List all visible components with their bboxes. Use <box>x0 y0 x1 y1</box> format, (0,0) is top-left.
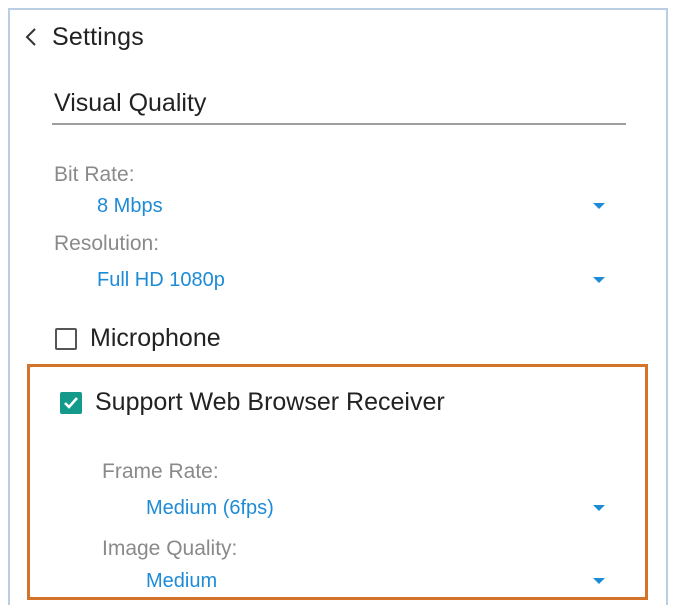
dropdown-caret-icon <box>593 203 605 209</box>
microphone-label: Microphone <box>90 324 221 352</box>
image-quality-dropdown[interactable]: Medium <box>146 567 607 595</box>
section-divider <box>52 123 626 125</box>
bit-rate-value: 8 Mbps <box>97 194 163 217</box>
web-browser-receiver-label: Support Web Browser Receiver <box>95 388 445 416</box>
dropdown-caret-icon <box>593 505 605 511</box>
bit-rate-label: Bit Rate: <box>54 163 135 186</box>
resolution-label: Resolution: <box>54 232 160 255</box>
dropdown-caret-icon <box>593 578 605 584</box>
frame-rate-label: Frame Rate: <box>102 460 219 483</box>
frame-rate-value: Medium (6fps) <box>146 496 274 519</box>
microphone-checkbox[interactable] <box>55 327 77 350</box>
image-quality-label: Image Quality: <box>102 537 238 560</box>
settings-header[interactable]: Settings <box>20 22 144 52</box>
resolution-dropdown[interactable]: Full HD 1080p <box>97 266 607 294</box>
resolution-value: Full HD 1080p <box>97 268 225 291</box>
web-browser-receiver-checkbox-row[interactable]: Support Web Browser Receiver <box>60 388 445 417</box>
frame-rate-dropdown[interactable]: Medium (6fps) <box>146 494 607 522</box>
image-quality-value: Medium <box>146 569 218 592</box>
chevron-left-icon[interactable] <box>20 22 42 52</box>
microphone-checkbox-row[interactable]: Microphone <box>55 324 221 353</box>
checkmark-icon <box>64 396 78 409</box>
visual-quality-title: Visual Quality <box>54 89 207 117</box>
bit-rate-dropdown[interactable]: 8 Mbps <box>97 192 607 220</box>
dropdown-caret-icon <box>593 277 605 283</box>
web-browser-receiver-checkbox[interactable] <box>60 391 82 414</box>
page-title: Settings <box>52 22 144 51</box>
